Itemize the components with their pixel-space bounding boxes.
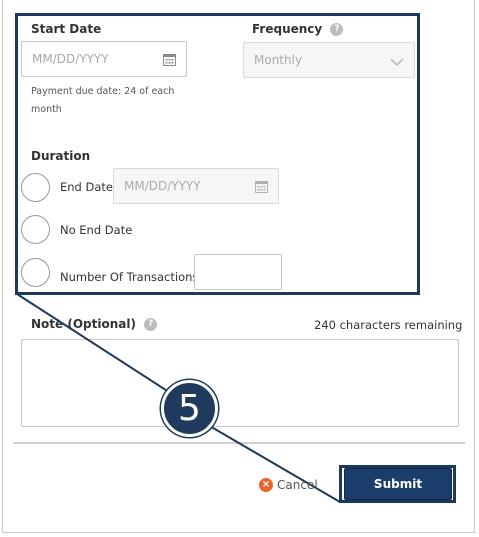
number-of-transactions-input[interactable]: [194, 254, 282, 290]
payment-due-hint: Payment due date: 24 of each month: [31, 86, 175, 115]
divider: [13, 442, 465, 444]
frequency-select[interactable]: Monthly: [243, 42, 415, 78]
help-icon[interactable]: ?: [144, 318, 158, 331]
note-label-group: Note (Optional) ?: [31, 317, 158, 331]
start-date-label: Start Date: [31, 22, 102, 36]
radio-number-of-transactions-label: Number Of Transactions: [60, 270, 199, 284]
note-textarea[interactable]: [21, 339, 459, 427]
close-icon: ×: [259, 478, 273, 492]
radio-no-end-date-label: No End Date: [60, 223, 133, 237]
end-date-placeholder: MM/DD/YYYY: [124, 179, 201, 193]
step-callout-badge: 5: [161, 380, 218, 437]
chevron-down-icon: [390, 56, 404, 70]
characters-remaining: 240 characters remaining: [314, 318, 463, 332]
calendar-icon[interactable]: [255, 180, 268, 196]
radio-number-of-transactions[interactable]: [21, 258, 50, 287]
note-label: Note (Optional): [31, 317, 136, 331]
frequency-label-group: Frequency ?: [252, 22, 344, 36]
end-date-input[interactable]: MM/DD/YYYY: [113, 168, 279, 204]
radio-end-date[interactable]: [21, 173, 50, 202]
cancel-label: Cancel: [277, 478, 318, 492]
frequency-selected-value: Monthly: [254, 53, 303, 67]
submit-highlight-box: [339, 465, 456, 503]
cancel-button[interactable]: × Cancel: [259, 478, 318, 492]
start-date-placeholder: MM/DD/YYYY: [32, 52, 109, 66]
radio-no-end-date[interactable]: [21, 215, 50, 244]
radio-end-date-label: End Date: [60, 180, 113, 194]
help-icon[interactable]: ?: [330, 23, 344, 36]
calendar-icon[interactable]: [163, 53, 176, 69]
start-date-input[interactable]: MM/DD/YYYY: [21, 41, 187, 77]
duration-label: Duration: [31, 149, 91, 163]
frequency-label: Frequency: [252, 22, 323, 36]
